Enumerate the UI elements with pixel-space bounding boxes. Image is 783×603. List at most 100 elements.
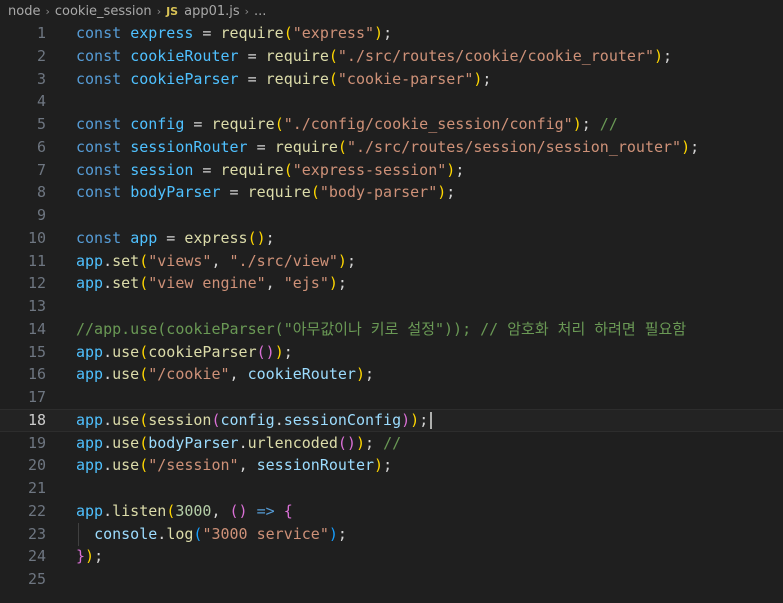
code-token: (	[166, 501, 176, 520]
code-token: cookieRouter	[247, 365, 356, 384]
code-token: cookieParser	[148, 342, 257, 361]
code-token: )	[374, 456, 384, 475]
code-token: app	[76, 365, 104, 384]
code-token: require	[247, 183, 311, 202]
code-text: const session = require("express-session…	[76, 159, 464, 182]
code-line[interactable]: 2 const cookieRouter = require("./src/rou…	[0, 45, 783, 68]
code-line[interactable]: 14 //app.use(cookieParser("아무값이나 키로 설정"))…	[0, 318, 783, 341]
breadcrumb-item-file[interactable]: app01.js	[184, 4, 240, 19]
code-token: use	[112, 410, 140, 429]
code-token: ;	[265, 228, 275, 247]
code-token: )	[437, 183, 447, 202]
code-token: (	[328, 46, 338, 65]
code-token: (	[283, 24, 293, 42]
code-token: "view engine"	[148, 274, 266, 293]
code-token: session	[148, 410, 212, 429]
code-token: use	[112, 365, 140, 384]
code-line[interactable]: 9	[0, 204, 783, 227]
code-line[interactable]: 20 app.use("/session", sessionRouter);	[0, 454, 783, 477]
code-line[interactable]: 4	[0, 90, 783, 113]
text-cursor	[430, 411, 433, 429]
code-line[interactable]: 6 const sessionRouter = require("./src/ro…	[0, 136, 783, 159]
code-token: ;	[455, 160, 465, 179]
code-token: "body-parser"	[319, 183, 438, 202]
breadcrumb-item-cookie-session[interactable]: cookie_session	[55, 4, 152, 19]
code-token: =	[193, 160, 221, 179]
code-token: ,	[211, 501, 230, 520]
code-line[interactable]: 24});	[0, 545, 783, 568]
line-number: 3	[36, 69, 46, 88]
code-token: .	[103, 410, 113, 429]
code-line[interactable]: 8 const bodyParser = require("body-parser…	[0, 181, 783, 204]
code-line[interactable]: 5 const config = require("./config/cookie…	[0, 113, 783, 136]
code-token: require	[211, 115, 275, 133]
code-token: 3000	[175, 501, 212, 520]
chevron-right-icon: ›	[45, 4, 50, 18]
code-token: express	[184, 228, 248, 247]
code-line[interactable]: 10 const app = express();	[0, 227, 783, 250]
code-token: =	[238, 69, 266, 88]
code-line[interactable]: 16 app.use("/cookie", cookieRouter);	[0, 363, 783, 386]
code-text: });	[76, 545, 103, 568]
code-token: =	[238, 46, 266, 65]
code-token: bodyParser	[130, 183, 221, 202]
code-line[interactable]: 19 app.use(bodyParser.urlencoded()); //	[0, 432, 783, 455]
code-line[interactable]: 23 console.log("3000 service");	[0, 522, 783, 546]
code-token: ,	[229, 365, 248, 384]
code-editor[interactable]: 1 const express = require("express"); 2 con…	[0, 22, 783, 603]
code-line[interactable]: 18 app.use(session(config.sessionConfig))…	[0, 408, 783, 432]
code-token: )	[355, 433, 365, 452]
code-line[interactable]: 22 app.listen(3000, () => {	[0, 500, 783, 523]
breadcrumb-item-symbols[interactable]: ...	[254, 4, 266, 19]
line-number: 14	[27, 319, 46, 338]
code-token: {	[283, 501, 293, 520]
code-token: ;	[94, 547, 104, 566]
code-token: "./src/view"	[229, 251, 338, 270]
code-text: const cookieParser = require("cookie-par…	[76, 68, 491, 91]
code-text: //app.use(cookieParser("아무값이나 키로 설정")); …	[76, 318, 686, 341]
code-token: )	[401, 410, 411, 429]
code-line[interactable]: 21	[0, 477, 783, 500]
code-token: "express-session"	[292, 160, 447, 179]
code-token: )	[85, 547, 95, 566]
code-token: .	[103, 501, 113, 520]
code-line[interactable]: 7 const session = require("express-sessio…	[0, 159, 783, 182]
code-line[interactable]: 11 app.set("views", "./src/view");	[0, 250, 783, 273]
code-token: "./config/cookie_session/config"	[283, 115, 573, 133]
javascript-file-icon: JS	[166, 4, 179, 18]
code-token: =	[247, 137, 275, 156]
line-number: 15	[27, 342, 46, 361]
code-line[interactable]: 13	[0, 295, 783, 318]
code-token: const	[76, 115, 122, 133]
code-text: app.use(bodyParser.urlencoded()); //	[76, 432, 401, 455]
code-line[interactable]: 3 const cookieParser = require("cookie-pa…	[0, 68, 783, 91]
code-token: app	[76, 342, 104, 361]
code-token: .	[238, 433, 248, 452]
line-number: 6	[36, 137, 46, 156]
code-text: app.listen(3000, () => {	[76, 500, 293, 523]
code-line[interactable]: 17	[0, 386, 783, 409]
code-line[interactable]: 15 app.use(cookieParser());	[0, 341, 783, 364]
code-token: (	[274, 115, 284, 133]
code-text: console.log("3000 service");	[76, 523, 347, 546]
line-number: 5	[36, 115, 46, 133]
code-token: session	[130, 160, 194, 179]
code-line[interactable]: 12 app.set("view engine", "ejs");	[0, 272, 783, 295]
code-token: app	[76, 274, 104, 293]
code-token: const	[76, 46, 122, 65]
code-line[interactable]: 25	[0, 568, 783, 591]
code-token: ()	[247, 228, 266, 247]
code-token: }	[76, 547, 86, 566]
code-token: app	[76, 433, 104, 452]
code-line[interactable]: 1 const express = require("express");	[0, 22, 783, 45]
breadcrumb-item-node[interactable]: node	[8, 4, 40, 19]
line-number: 20	[27, 456, 46, 475]
code-token: urlencoded	[247, 433, 338, 452]
code-token: .	[157, 524, 167, 543]
code-token: )	[355, 365, 365, 384]
